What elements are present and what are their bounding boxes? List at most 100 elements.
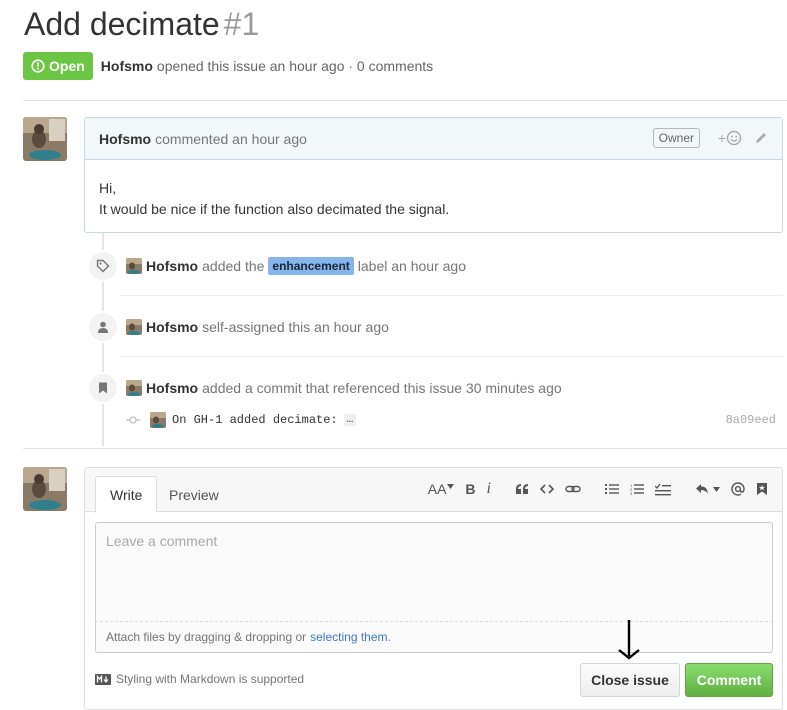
close-issue-button[interactable]: Close issue — [580, 663, 680, 697]
user-photo-icon — [23, 467, 67, 511]
timeline-event-assigned: Hofsmo self-assigned this an hour ago — [87, 311, 389, 343]
divider — [23, 448, 787, 449]
quote-button[interactable] — [515, 483, 529, 495]
list-ordered-icon: 123 — [630, 483, 644, 496]
person-icon — [98, 321, 108, 333]
tag-icon — [96, 259, 110, 273]
user-photo-icon — [126, 258, 142, 274]
avatar[interactable] — [23, 117, 67, 161]
comment-time[interactable]: commented an hour ago — [155, 131, 307, 147]
tasklist-icon — [655, 483, 671, 495]
task-list-button[interactable] — [655, 483, 671, 496]
pencil-icon[interactable] — [754, 131, 768, 145]
bold-icon: B — [465, 481, 476, 497]
status-badge: Open — [23, 52, 93, 80]
unordered-list-button[interactable] — [605, 483, 619, 495]
tab-preview[interactable]: Preview — [155, 476, 233, 513]
divider — [23, 100, 787, 101]
event-icon-badge — [87, 372, 119, 404]
divider — [120, 295, 783, 296]
issue-opened-icon — [31, 59, 45, 73]
event-icon-badge — [87, 311, 119, 343]
user-photo-icon — [23, 117, 67, 161]
link-button[interactable] — [565, 483, 581, 495]
file-drop-zone[interactable]: Attach files by dragging & dropping or s… — [95, 622, 773, 653]
bookmark-icon — [99, 382, 107, 394]
header-button[interactable]: AA — [428, 481, 455, 497]
label-enhancement[interactable]: enhancement — [268, 257, 354, 275]
issue-title-text: Add decimate — [24, 6, 220, 42]
issue-comment: Hofsmo commented an hour ago Owner + Hi,… — [84, 117, 783, 233]
italic-icon: i — [486, 480, 491, 497]
smiley-icon — [726, 130, 742, 146]
avatar[interactable] — [150, 412, 166, 428]
event-text: added the — [202, 258, 265, 274]
avatar[interactable] — [126, 319, 142, 335]
comment-button[interactable]: Comment — [685, 663, 773, 697]
issue-title: Add decimate #1 — [24, 6, 259, 43]
comment-body: Hi, It would be nice if the function als… — [85, 160, 782, 238]
commit-row: On GH-1 added decimate: … 8a09eed — [126, 410, 776, 430]
editor-tabnav: Write Preview AA B i 123 — [85, 468, 782, 513]
list-unordered-icon — [605, 484, 619, 494]
code-icon — [540, 484, 554, 494]
commit-message-link[interactable]: On GH-1 added decimate: — [172, 413, 338, 427]
reply-icon — [696, 484, 708, 494]
reference-button[interactable] — [756, 482, 768, 496]
event-author-link[interactable]: Hofsmo — [146, 380, 198, 396]
mention-button[interactable] — [731, 482, 745, 496]
mention-icon — [731, 482, 745, 496]
event-author-link[interactable]: Hofsmo — [146, 319, 198, 335]
issue-author-link[interactable]: Hofsmo — [101, 58, 153, 74]
timeline-event-labeled: Hofsmo added the enhancement label an ho… — [87, 250, 466, 282]
select-files-link[interactable]: selecting them. — [310, 630, 391, 644]
issue-meta: Open Hofsmo opened this issue an hour ag… — [23, 52, 433, 80]
commit-expand-button[interactable]: … — [343, 414, 357, 426]
markdown-note: Styling with Markdown is supported — [95, 672, 304, 686]
tab-write[interactable]: Write — [95, 476, 158, 513]
markdown-icon — [95, 673, 111, 685]
comment-textarea[interactable]: Leave a comment — [95, 522, 773, 622]
comment-actions: + — [718, 130, 768, 146]
event-icon-badge — [87, 250, 119, 282]
status-badge-label: Open — [49, 58, 85, 74]
quote-icon — [516, 484, 528, 494]
user-photo-icon — [150, 412, 166, 428]
comment-body-line: Hi, — [99, 180, 117, 196]
add-reaction-button[interactable]: + — [718, 130, 742, 146]
annotation-arrow-icon — [618, 620, 640, 660]
header-icon: AA — [427, 481, 447, 497]
event-text: self-assigned this an hour ago — [202, 319, 389, 335]
italic-button[interactable]: i — [487, 480, 491, 498]
issue-opened-text: opened this issue an hour ago · 0 commen… — [156, 58, 434, 74]
git-commit-icon — [126, 416, 140, 424]
caret-down-icon — [447, 483, 455, 489]
bookmark-icon — [757, 483, 767, 495]
event-text: label an hour ago — [357, 258, 466, 274]
event-author-link[interactable]: Hofsmo — [146, 258, 198, 274]
comment-author-link[interactable]: Hofsmo — [99, 131, 151, 147]
owner-badge: Owner — [652, 128, 700, 148]
markdown-note-link[interactable]: Styling with Markdown is supported — [116, 672, 304, 686]
divider — [120, 356, 783, 357]
bold-button[interactable]: B — [465, 481, 475, 497]
issue-number: #1 — [223, 6, 260, 42]
code-button[interactable] — [540, 483, 554, 495]
markdown-toolbar: AA B i 123 — [417, 480, 768, 498]
ordered-list-button[interactable]: 123 — [630, 483, 644, 496]
commit-sha-link[interactable]: 8a09eed — [726, 413, 776, 427]
comment-body-line: It would be nice if the function also de… — [99, 201, 450, 217]
timeline-event-referenced: Hofsmo added a commit that referenced th… — [87, 372, 562, 404]
saved-replies-button[interactable] — [695, 483, 720, 495]
event-text: added a commit that referenced this issu… — [202, 380, 562, 396]
caret-down-icon — [713, 486, 720, 492]
link-icon — [565, 485, 581, 493]
svg-text:3: 3 — [630, 491, 633, 496]
avatar[interactable] — [126, 258, 142, 274]
add-reaction-plus: + — [717, 130, 726, 146]
attach-text: Attach files by dragging & dropping or — [106, 630, 307, 644]
new-comment-form: Write Preview AA B i 123 Leave a comment… — [84, 467, 783, 710]
avatar[interactable] — [23, 467, 67, 511]
avatar[interactable] — [126, 380, 142, 396]
user-photo-icon — [126, 319, 142, 335]
